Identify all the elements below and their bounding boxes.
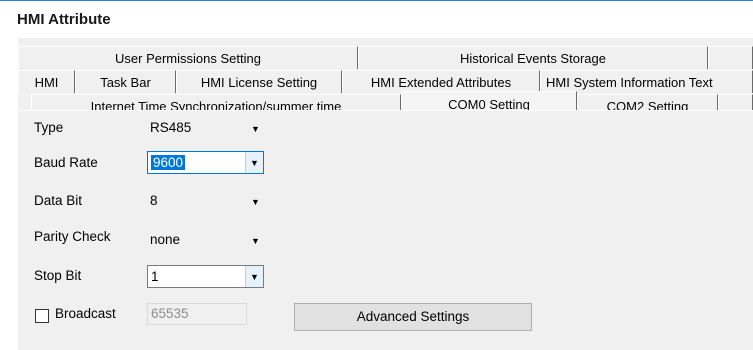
- tab-overflow: [708, 46, 753, 69]
- title-bar: HMI Attribute: [0, 0, 753, 37]
- baud-rate-select[interactable]: 9600 ▼: [147, 151, 264, 174]
- stop-bit-label: Stop Bit: [34, 268, 82, 283]
- type-select[interactable]: RS485 ▼: [147, 117, 264, 140]
- tab-label: HMI: [34, 75, 59, 90]
- tab-label: HMI License Setting: [200, 75, 318, 90]
- stop-bit-select[interactable]: 1 ▼: [147, 265, 264, 288]
- type-value: RS485: [150, 120, 192, 135]
- parity-check-select[interactable]: none ▼: [147, 229, 264, 252]
- tab-user-permissions[interactable]: User Permissions Setting: [18, 46, 358, 69]
- tab-hmi-system-info[interactable]: HMI System Information Text: [540, 70, 753, 93]
- chevron-down-icon[interactable]: ▼: [247, 117, 264, 140]
- chevron-down-icon[interactable]: ▼: [247, 229, 264, 252]
- broadcast-label: Broadcast: [55, 306, 116, 321]
- data-bit-select[interactable]: 8 ▼: [147, 190, 264, 213]
- stop-bit-value: 1: [151, 269, 159, 284]
- tab-historical-events[interactable]: Historical Events Storage: [358, 46, 708, 69]
- broadcast-checkbox[interactable]: [35, 309, 49, 323]
- advanced-settings-button[interactable]: Advanced Settings: [294, 303, 532, 331]
- tab-hmi[interactable]: HMI: [18, 70, 75, 93]
- chevron-down-icon[interactable]: ▼: [245, 266, 263, 287]
- chevron-down-icon[interactable]: ▼: [245, 152, 263, 173]
- tab-label: Historical Events Storage: [460, 51, 606, 66]
- tab-label: Task Bar: [100, 75, 151, 90]
- chevron-down-icon[interactable]: ▼: [247, 190, 264, 213]
- window-title: HMI Attribute: [17, 11, 111, 28]
- baud-rate-label: Baud Rate: [34, 155, 98, 170]
- tab-label: User Permissions Setting: [115, 51, 261, 66]
- baud-rate-value: 9600: [151, 155, 186, 170]
- data-bit-value: 8: [150, 193, 158, 208]
- parity-check-label: Parity Check: [34, 229, 111, 244]
- parity-check-value: none: [150, 232, 181, 247]
- tab-task-bar[interactable]: Task Bar: [75, 70, 176, 93]
- tab-hmi-extended[interactable]: HMI Extended Attributes: [342, 70, 540, 93]
- tab-label: HMI Extended Attributes: [370, 75, 512, 90]
- type-label: Type: [34, 120, 64, 135]
- broadcast-address-field: 65535: [147, 303, 247, 325]
- data-bit-label: Data Bit: [34, 193, 83, 208]
- tab-hmi-license[interactable]: HMI License Setting: [176, 70, 342, 93]
- attribute-panel: User Permissions Setting Historical Even…: [18, 38, 753, 350]
- com0-settings-form: Type RS485 ▼ Baud Rate 9600 ▼ Data Bit 8…: [18, 110, 753, 350]
- tab-label: HMI System Information Text: [546, 75, 713, 90]
